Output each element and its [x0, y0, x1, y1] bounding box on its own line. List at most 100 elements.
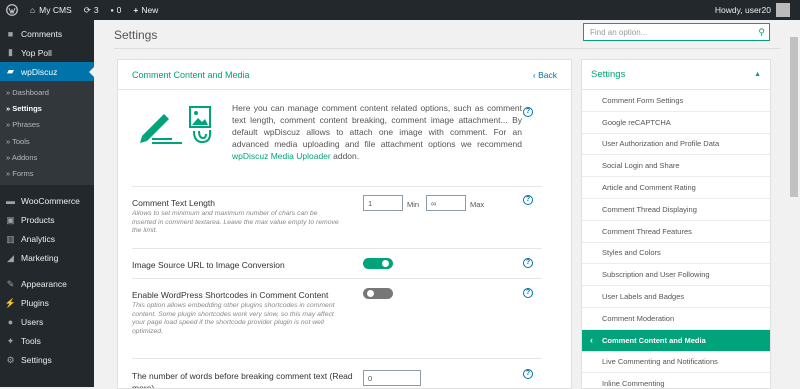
toggle-knob	[367, 290, 374, 297]
submenu-item-forms[interactable]: » Forms	[0, 165, 94, 181]
setting-label: The number of words before breaking comm…	[132, 371, 353, 389]
submenu-item-settings[interactable]: » Settings	[0, 100, 94, 116]
menu-item-marketing[interactable]: ◢ Marketing	[0, 249, 94, 268]
menu-item-products[interactable]: ▣ Products	[0, 211, 94, 230]
nav-item-rating[interactable]: Article and Comment Rating	[582, 177, 770, 199]
menu-item-comments[interactable]: ■ Comments	[0, 24, 94, 43]
nav-item-recaptcha[interactable]: Google reCAPTCHA	[582, 112, 770, 134]
nav-item-moderation[interactable]: Comment Moderation	[582, 308, 770, 330]
admin-bar: ⌂ My CMS ⟳ 3 ▪ 0 + New Howdy, user20	[0, 0, 800, 20]
submenu-item-addons[interactable]: » Addons	[0, 149, 94, 165]
my-account-link[interactable]: Howdy, user20	[709, 0, 800, 20]
chevron-left-icon: ‹	[590, 335, 593, 346]
toggle-knob	[382, 260, 389, 267]
setting-description: Allows to set minimum and maximum number…	[132, 210, 339, 235]
marketing-icon: ◢	[7, 252, 14, 263]
nav-item-styles-colors[interactable]: Styles and Colors	[582, 243, 770, 265]
scrollbar[interactable]	[788, 20, 800, 387]
menu-item-appearance[interactable]: ✎ Appearance	[0, 275, 94, 294]
plugins-icon: ⚡	[4, 297, 17, 308]
howdy-label: Howdy, user20	[714, 5, 771, 15]
content-media-illustration-icon	[140, 106, 211, 144]
menu-item-yop-poll[interactable]: ▮ Yop Poll	[0, 43, 94, 62]
setting-row-shortcodes: Enable WordPress Shortcodes in Comment C…	[132, 278, 542, 358]
menu-item-label: Plugins	[21, 298, 49, 309]
comment-bubble-icon: ▪	[110, 5, 114, 15]
updates-link[interactable]: ⟳ 3	[78, 0, 105, 20]
submenu-item-phrases[interactable]: » Phrases	[0, 117, 94, 133]
menu-item-label: wpDiscuz	[21, 66, 58, 77]
search-placeholder: Find an option...	[590, 27, 648, 37]
min-label: Min	[407, 200, 420, 209]
nav-item-live-commenting[interactable]: Live Commenting and Notifications	[582, 352, 770, 374]
page-title: Settings	[114, 28, 158, 42]
updates-count: 3	[93, 5, 99, 15]
menu-item-woocommerce[interactable]: ▬ WooCommerce	[0, 192, 94, 211]
menu-item-analytics[interactable]: ▥ Analytics	[0, 230, 94, 249]
admin-menu: ■ Comments ▮ Yop Poll ▰ wpDiscuz » Dashb…	[0, 20, 94, 387]
search-input[interactable]: Find an option... ⚲	[583, 23, 770, 41]
new-label: New	[141, 5, 159, 15]
intro-description: Here you can manage comment content rela…	[232, 103, 522, 149]
setting-row-text-length: Comment Text Length Allows to set minimu…	[132, 186, 542, 248]
intro-section: Here you can manage comment content rela…	[118, 90, 571, 186]
menu-item-tools[interactable]: ✦ Tools	[0, 332, 94, 351]
help-icon[interactable]: ?	[523, 195, 533, 205]
help-icon[interactable]: ?	[523, 258, 533, 268]
submenu-item-tools[interactable]: » Tools	[0, 133, 94, 149]
help-icon[interactable]: ?	[523, 107, 533, 117]
nav-item-user-authorization[interactable]: User Authorization and Profile Data	[582, 134, 770, 156]
nav-item-content-media[interactable]: ‹ Comment Content and Media	[582, 329, 770, 352]
nav-item-thread-features[interactable]: Comment Thread Features	[582, 221, 770, 243]
menu-item-label: Analytics	[21, 234, 56, 245]
woocommerce-icon: ▬	[6, 196, 15, 207]
search-icon[interactable]: ⚲	[758, 27, 765, 38]
menu-item-wpdiscuz[interactable]: ▰ wpDiscuz	[0, 62, 94, 81]
caret-up-icon: ▲	[754, 71, 761, 78]
wpdiscuz-submenu: » Dashboard » Settings » Phrases » Tools…	[0, 81, 94, 185]
nav-item-social-login[interactable]: Social Login and Share	[582, 155, 770, 178]
shortcodes-toggle[interactable]	[363, 288, 393, 299]
help-icon[interactable]: ?	[523, 369, 533, 379]
menu-item-settings[interactable]: ⚙ Settings	[0, 351, 94, 370]
menu-item-label: Marketing	[21, 253, 59, 264]
site-name-label: My CMS	[39, 5, 72, 15]
setting-label: Comment Text Length	[132, 198, 215, 208]
image-source-toggle[interactable]	[363, 258, 393, 269]
comments-link[interactable]: ▪ 0	[105, 0, 128, 20]
min-length-input[interactable]: 1	[363, 195, 403, 211]
wpdiscuz-icon: ▰	[7, 66, 14, 76]
submenu-item-dashboard[interactable]: » Dashboard	[0, 84, 94, 100]
nav-item-subscription[interactable]: Subscription and User Following	[582, 264, 770, 287]
nav-item-thread-displaying[interactable]: Comment Thread Displaying	[582, 199, 770, 221]
site-name-link[interactable]: ⌂ My CMS	[24, 0, 78, 20]
divider	[114, 48, 780, 49]
menu-item-label: Tools	[21, 336, 41, 347]
settings-nav-title: Settings	[591, 69, 626, 80]
scrollbar-thumb[interactable]	[790, 37, 798, 197]
setting-label: Enable WordPress Shortcodes in Comment C…	[132, 290, 329, 300]
new-content-link[interactable]: + New	[127, 0, 164, 20]
words-break-input[interactable]: 0	[363, 370, 421, 386]
max-length-input[interactable]: ∞	[426, 195, 466, 211]
comments-icon: ■	[7, 28, 14, 39]
home-icon: ⌂	[30, 5, 36, 15]
nav-item-comment-form-settings[interactable]: Comment Form Settings	[582, 90, 770, 112]
wordpress-logo-button[interactable]	[0, 0, 24, 20]
menu-item-label: Users	[21, 317, 44, 328]
menu-item-label: Yop Poll	[21, 47, 52, 58]
max-label: Max	[470, 200, 485, 209]
nav-item-user-labels[interactable]: User Labels and Badges	[582, 286, 770, 308]
settings-nav-header[interactable]: Settings ▲	[582, 60, 770, 90]
comments-count: 0	[116, 5, 122, 15]
appearance-icon: ✎	[6, 278, 15, 289]
back-link[interactable]: ‹ Back	[533, 70, 557, 80]
menu-item-label: Comments	[21, 28, 63, 39]
media-uploader-link[interactable]: wpDiscuz Media Uploader	[232, 151, 331, 161]
products-icon: ▣	[6, 214, 15, 225]
menu-item-users[interactable]: ● Users	[0, 313, 94, 332]
help-icon[interactable]: ?	[523, 288, 533, 298]
panel-header: Comment Content and Media ‹ Back	[118, 60, 571, 90]
menu-item-plugins[interactable]: ⚡ Plugins	[0, 294, 94, 313]
panel-title: Comment Content and Media	[132, 69, 250, 80]
